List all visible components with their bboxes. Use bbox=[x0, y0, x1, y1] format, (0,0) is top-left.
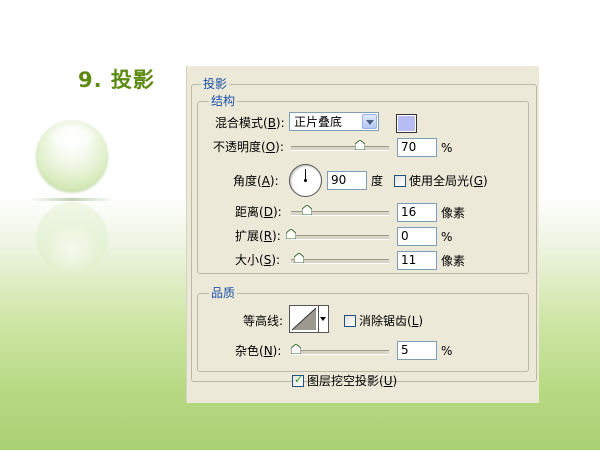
chevron-down-icon[interactable] bbox=[362, 114, 377, 129]
opacity-unit: % bbox=[441, 141, 453, 155]
size-slider-track[interactable] bbox=[291, 259, 389, 264]
global-light-checkbox[interactable] bbox=[394, 175, 406, 187]
blend-mode-select[interactable]: 正片叠底 bbox=[289, 112, 379, 131]
opacity-input[interactable]: 70 bbox=[397, 138, 437, 157]
layer-knockout-label[interactable]: 图层挖空投影(U) bbox=[307, 374, 397, 388]
noise-label: 杂色(N): bbox=[235, 344, 282, 358]
distance-unit: 像素 bbox=[441, 206, 466, 220]
drop-shadow-dialog: 投影 结构 混合模式(B): 正片叠底 不透明度(O): 70 % 角度(A):… bbox=[186, 66, 539, 403]
noise-slider-thumb[interactable] bbox=[290, 344, 301, 354]
decorative-sphere-shine bbox=[50, 126, 94, 148]
contour-preview-icon bbox=[291, 307, 317, 331]
layer-knockout-checkbox[interactable]: ✓ bbox=[292, 373, 304, 387]
anti-alias-checkbox[interactable] bbox=[344, 315, 356, 327]
contour-dropdown-button[interactable] bbox=[319, 305, 329, 333]
noise-input[interactable]: 5 bbox=[397, 341, 437, 360]
angle-dial-center bbox=[304, 179, 307, 182]
angle-unit: 度 bbox=[371, 174, 384, 188]
shadow-color-fill bbox=[398, 116, 415, 131]
slide-title: 9. 投影 bbox=[78, 68, 155, 92]
checkmark-icon: ✓ bbox=[294, 373, 304, 386]
contour-label: 等高线: bbox=[243, 314, 284, 328]
contour-picker[interactable] bbox=[289, 305, 319, 333]
blend-mode-value: 正片叠底 bbox=[294, 115, 343, 129]
spread-label: 扩展(R): bbox=[235, 229, 281, 243]
opacity-label: 不透明度(O): bbox=[213, 140, 284, 154]
distance-input[interactable]: 16 bbox=[397, 203, 437, 222]
drop-shadow-group-title: 投影 bbox=[201, 77, 230, 91]
angle-label: 角度(A): bbox=[233, 174, 279, 188]
opacity-slider-thumb[interactable] bbox=[354, 140, 365, 150]
noise-unit: % bbox=[441, 344, 453, 358]
blend-mode-label: 混合模式(B): bbox=[215, 116, 285, 130]
distance-slider-thumb[interactable] bbox=[301, 205, 312, 215]
global-light-label[interactable]: 使用全局光(G) bbox=[409, 174, 488, 188]
size-unit: 像素 bbox=[441, 254, 466, 268]
opacity-slider-track[interactable] bbox=[291, 146, 389, 151]
size-input[interactable]: 11 bbox=[397, 251, 437, 270]
spread-input[interactable]: 0 bbox=[397, 227, 437, 246]
anti-alias-label[interactable]: 消除锯齿(L) bbox=[359, 314, 423, 328]
angle-dial[interactable] bbox=[289, 164, 322, 197]
shadow-color-swatch[interactable] bbox=[396, 114, 417, 133]
structure-group-title: 结构 bbox=[209, 94, 238, 108]
distance-label: 距离(D): bbox=[235, 205, 282, 219]
quality-group-title: 品质 bbox=[209, 286, 238, 300]
noise-slider-track[interactable] bbox=[291, 350, 389, 355]
spread-slider-thumb[interactable] bbox=[286, 229, 296, 239]
spread-slider-track[interactable] bbox=[291, 235, 389, 240]
angle-input[interactable]: 90 bbox=[327, 171, 367, 190]
quality-group bbox=[197, 293, 529, 372]
size-slider-thumb[interactable] bbox=[293, 253, 304, 263]
spread-unit: % bbox=[441, 230, 453, 244]
decorative-sphere-line bbox=[30, 198, 114, 201]
size-label: 大小(S): bbox=[235, 253, 281, 267]
decorative-sphere-reflection bbox=[36, 202, 108, 274]
